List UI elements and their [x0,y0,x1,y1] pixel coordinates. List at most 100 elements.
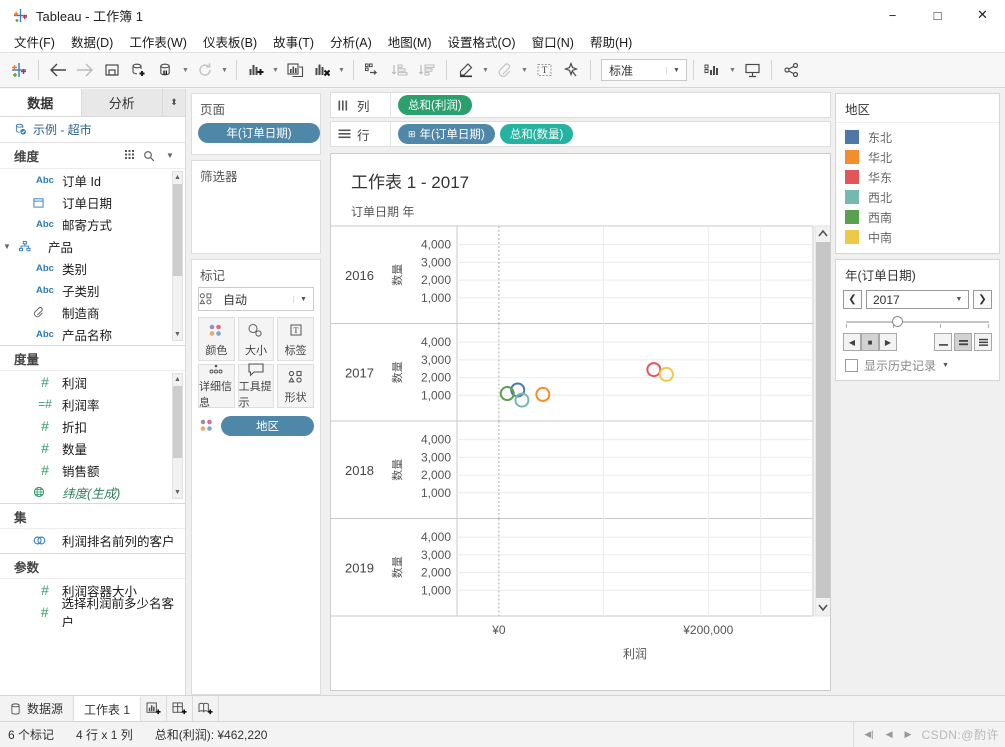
pause-data-source-icon[interactable] [153,56,179,84]
field-product-hierarchy[interactable]: ▼ 产品 [0,235,185,257]
marks-shape-button[interactable]: 形状 [277,364,314,408]
close-button[interactable]: ✕ [960,0,1005,30]
scroll-up-icon[interactable]: ▲ [173,172,182,183]
clear-dropdown-caret[interactable]: ▼ [336,56,347,84]
record-navigation[interactable]: ◀| ◀ ▶ [853,722,921,747]
first-record-icon[interactable]: ◀| [864,729,873,740]
field-product-name[interactable]: Abc 产品名称 [0,323,185,345]
field-latitude[interactable]: 纬度(生成) [0,481,185,503]
scrollbar-thumb[interactable] [173,184,182,276]
pages-next-button[interactable]: ❯ [973,290,992,309]
param-top-n-customers[interactable]: # 选择利润前多少名客户 [0,597,185,627]
legend-item-dongbei[interactable]: 东北 [836,127,999,147]
label-icon[interactable]: T [531,56,557,84]
field-manufacturer[interactable]: 制造商 [0,301,185,323]
pane-collapse-icon[interactable]: ⬍ [163,89,185,116]
new-worksheet-dropdown-caret[interactable]: ▼ [270,56,281,84]
maximize-button[interactable]: □ [915,0,960,30]
highlight-dropdown-caret[interactable]: ▼ [480,56,491,84]
legend-item-huabei[interactable]: 华北 [836,147,999,167]
columns-shelf[interactable]: 列 总和(利润) [330,92,831,118]
pill-year-order-date[interactable]: ⊞ 年(订单日期) [398,124,495,144]
rows-shelf[interactable]: 行 ⊞ 年(订单日期) 总和(数量) [330,121,831,147]
duplicate-sheet-icon[interactable] [282,56,308,84]
tab-analytics[interactable]: 分析 [82,89,163,116]
scroll-up-icon[interactable]: ▲ [173,374,182,385]
scatter-chart[interactable]: 2016 数量 1,000 2,000 3,000 4,000 2017 数量 1,000 2,0… [331,224,831,674]
twisty-icon[interactable]: ▼ [0,242,14,251]
show-history-checkbox[interactable] [845,359,858,372]
marks-tooltip-button[interactable]: 工具提示 [237,363,275,409]
scrollbar-thumb[interactable] [173,386,182,458]
back-icon[interactable] [45,56,71,84]
field-order-date[interactable]: 订单日期 [0,191,185,213]
pill-pages-year-order-date[interactable]: 年(订单日期) [198,123,320,143]
next-record-icon[interactable]: ▶ [905,729,912,740]
speed-medium-button[interactable] [954,333,972,351]
playback-back-button[interactable]: ◀ [843,333,861,351]
pages-slider[interactable] [846,313,989,331]
forward-icon[interactable] [72,56,98,84]
data-source-dropdown-caret[interactable]: ▼ [180,56,191,84]
field-order-id[interactable]: Abc 订单 Id [0,169,185,191]
scroll-down-icon[interactable]: ▼ [173,329,182,340]
pages-prev-button[interactable]: ❮ [843,290,862,309]
show-history-row[interactable]: 显示历史记录 ▼ [836,355,999,380]
sheet-tab-worksheet1[interactable]: 工作表 1 [74,696,142,721]
new-data-source-icon[interactable] [126,56,152,84]
fit-select[interactable]: 标准 ▼ [601,59,687,81]
menu-data[interactable]: 数据(D) [63,30,121,53]
group-icon[interactable] [492,56,518,84]
sort-descending-icon[interactable] [414,56,440,84]
fit-caret[interactable]: ▼ [666,66,686,74]
field-category[interactable]: Abc 类别 [0,257,185,279]
group-dropdown-caret[interactable]: ▼ [519,56,530,84]
pages-year-caret[interactable]: ▼ [950,296,968,303]
refresh-dropdown-caret[interactable]: ▼ [219,56,230,84]
field-discount[interactable]: # 折扣 [0,415,185,437]
legend-item-huadong[interactable]: 华东 [836,167,999,187]
share-icon[interactable] [778,56,804,84]
mark-type-select[interactable]: 自动 ▼ [198,287,314,311]
field-profit-ratio[interactable]: =# 利润率 [0,393,185,415]
legend-item-xibei[interactable]: 西北 [836,187,999,207]
field-profit[interactable]: # 利润 [0,371,185,393]
refresh-icon[interactable] [192,56,218,84]
legend-item-xinan[interactable]: 西南 [836,207,999,227]
speed-fast-button[interactable] [974,333,992,351]
pill-color-region[interactable]: 地区 [221,416,314,436]
field-quantity[interactable]: # 数量 [0,437,185,459]
save-icon[interactable] [99,56,125,84]
playback-forward-button[interactable]: ▶ [879,333,897,351]
grid-view-icon[interactable] [125,150,143,161]
tab-data[interactable]: 数据 [0,89,82,116]
menu-story[interactable]: 故事(T) [265,30,322,53]
show-cards-caret[interactable]: ▼ [727,56,738,84]
dimensions-menu-caret[interactable]: ▼ [161,151,179,160]
sort-ascending-icon[interactable] [387,56,413,84]
tableau-home-icon[interactable] [6,56,32,84]
columns-shelf-content[interactable]: 总和(利润) [391,95,830,115]
legend-item-zhongnan[interactable]: 中南 [836,227,999,247]
marks-color-button[interactable]: 颜色 [198,317,235,361]
prev-record-icon[interactable]: ◀ [886,729,893,740]
clear-sheet-icon[interactable] [309,56,335,84]
search-icon[interactable] [143,150,161,162]
show-history-caret[interactable]: ▼ [942,362,949,369]
pages-shelf[interactable]: 页面 年(订单日期) [191,93,321,155]
menu-window[interactable]: 窗口(N) [524,30,582,53]
minimize-button[interactable]: − [870,0,915,30]
scroll-down-icon[interactable]: ▼ [173,487,182,498]
swap-axes-icon[interactable] [360,56,386,84]
pill-sum-quantity[interactable]: 总和(数量) [499,124,574,144]
visualization-canvas[interactable]: 工作表 1 - 2017 订单日期 年 2016 数量 1,000 2,000 3,00… [330,153,831,691]
highlight-icon[interactable] [453,56,479,84]
presentation-icon[interactable] [739,56,765,84]
playback-stop-button[interactable]: ■ [861,333,879,351]
field-sales[interactable]: # 销售额 [0,459,185,481]
show-cards-icon[interactable] [700,56,726,84]
marks-label-button[interactable]: T 标签 [277,317,314,361]
menu-format[interactable]: 设置格式(O) [440,30,524,53]
datasource-item[interactable]: 示例 - 超市 [0,117,185,143]
pages-year-select[interactable]: 2017 ▼ [866,290,969,309]
